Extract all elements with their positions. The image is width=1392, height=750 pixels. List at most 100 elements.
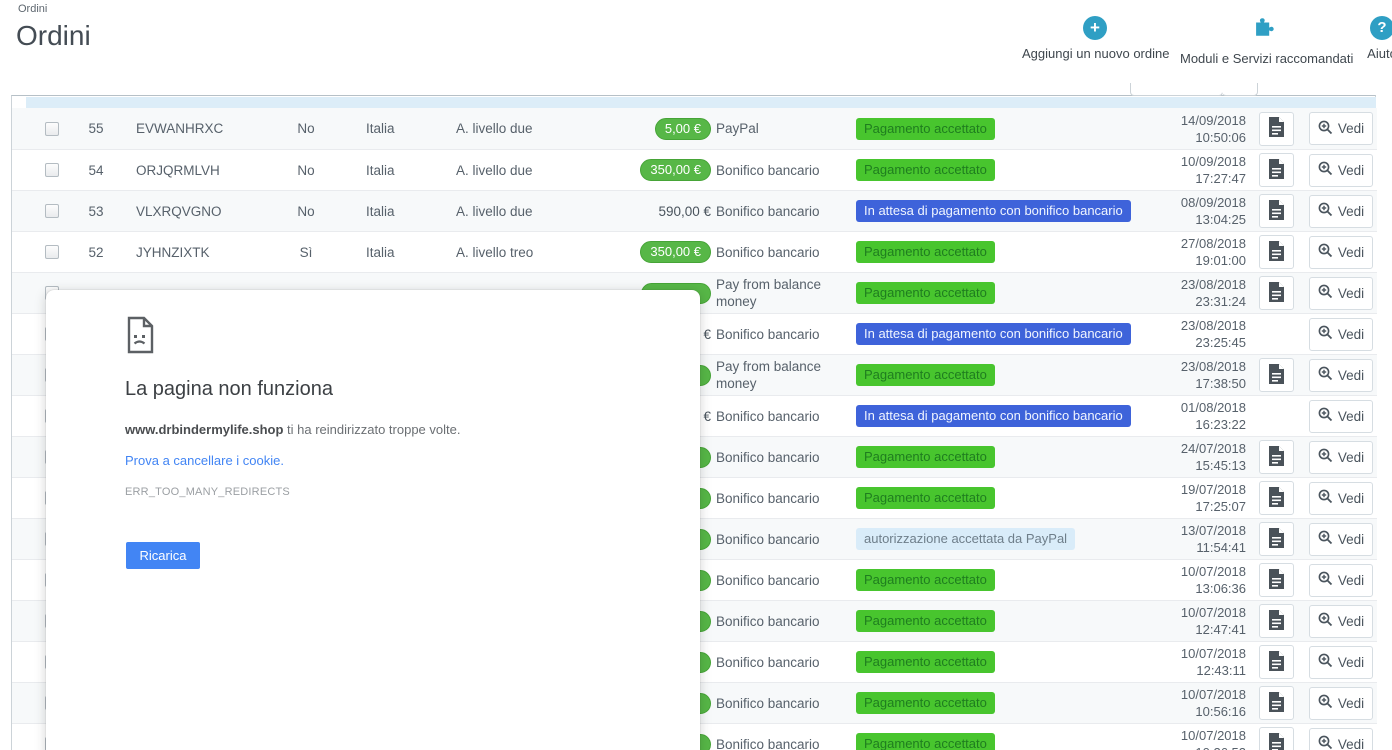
document-button[interactable] xyxy=(1259,522,1294,556)
row-checkbox[interactable] xyxy=(45,204,59,218)
order-datetime: 23/08/2018 17:38:50 xyxy=(1180,359,1246,391)
new-customer-cell: No xyxy=(297,162,315,178)
view-button-label: Vedi xyxy=(1337,736,1365,750)
reload-button[interactable]: Ricarica xyxy=(126,542,200,569)
document-button[interactable] xyxy=(1259,276,1294,310)
zoom-in-icon xyxy=(1318,161,1333,179)
status-badge: Pagamento accettato xyxy=(856,692,995,714)
payment-cell: Bonifico bancario xyxy=(716,531,820,547)
view-button[interactable]: Vedi xyxy=(1309,481,1373,515)
view-button[interactable]: Vedi xyxy=(1309,645,1373,679)
country-cell: Italia xyxy=(366,244,395,260)
country-cell: Italia xyxy=(366,162,395,178)
payment-cell: Bonifico bancario xyxy=(716,613,820,629)
recommended-modules-button[interactable]: Moduli e Servizi raccomandati xyxy=(1180,16,1354,66)
zoom-in-icon xyxy=(1318,202,1333,220)
status-badge: Pagamento accettato xyxy=(856,569,995,591)
order-datetime: 10/07/201810:26:52 xyxy=(1180,728,1246,750)
row-checkbox[interactable] xyxy=(45,121,59,136)
document-cell xyxy=(1259,642,1295,682)
order-datetime: 23/08/2018 23:31:24 xyxy=(1180,277,1246,309)
date-cell: 01/08/2018 16:23:22 xyxy=(1101,396,1246,436)
puzzle-icon xyxy=(1252,16,1278,40)
total-text: € xyxy=(703,408,711,424)
document-button[interactable] xyxy=(1259,686,1294,720)
view-cell: Vedi xyxy=(1309,150,1375,190)
order-id-cell: 55 xyxy=(88,121,104,136)
view-cell: Vedi xyxy=(1309,108,1375,149)
view-button[interactable]: Vedi xyxy=(1309,235,1373,269)
view-button[interactable]: Vedi xyxy=(1309,153,1373,187)
view-button-label: Vedi xyxy=(1337,244,1365,260)
document-button[interactable] xyxy=(1259,563,1294,597)
error-domain: www.drbindermylife.shop xyxy=(125,422,284,437)
document-icon xyxy=(1268,691,1285,715)
view-button-label: Vedi xyxy=(1337,531,1365,547)
view-button[interactable]: Vedi xyxy=(1309,563,1373,597)
payment-cell: Bonifico bancario xyxy=(716,654,820,670)
view-button[interactable]: Vedi xyxy=(1309,358,1373,392)
view-button[interactable]: Vedi xyxy=(1309,399,1373,433)
row-checkbox[interactable] xyxy=(45,163,59,177)
view-button[interactable]: Vedi xyxy=(1309,112,1373,145)
new-customer-cell: No xyxy=(297,121,315,136)
filter-clear-button-fragment[interactable] xyxy=(1222,83,1258,96)
view-button[interactable]: Vedi xyxy=(1309,522,1373,556)
date-cell: 10/07/2018 10:56:16 xyxy=(1101,683,1246,723)
view-cell: Vedi xyxy=(1309,601,1375,641)
document-button[interactable] xyxy=(1259,235,1294,269)
view-button[interactable]: Vedi xyxy=(1309,686,1373,720)
document-button[interactable] xyxy=(1259,153,1294,187)
document-cell xyxy=(1259,191,1295,231)
order-datetime: 10/09/2018 17:27:47 xyxy=(1180,154,1246,186)
page-header: Ordini Ordini + Aggiungi un nuovo ordine… xyxy=(0,0,1392,95)
order-id-cell: 54 xyxy=(88,162,104,178)
view-button[interactable]: Vedi xyxy=(1309,604,1373,638)
payment-cell: Pay from balance money xyxy=(716,277,822,309)
document-cell xyxy=(1259,396,1295,436)
document-button[interactable] xyxy=(1259,604,1294,638)
filter-row-strip xyxy=(26,97,1376,108)
filter-search-button-fragment[interactable] xyxy=(1130,83,1223,96)
document-cell xyxy=(1259,150,1295,190)
document-icon xyxy=(1268,158,1285,182)
zoom-in-icon xyxy=(1318,653,1333,671)
document-cell xyxy=(1259,232,1295,272)
date-cell: 19/07/2018 17:25:07 xyxy=(1101,478,1246,518)
view-cell: Vedi xyxy=(1309,642,1375,682)
view-button[interactable]: Vedi xyxy=(1309,440,1373,474)
recommended-modules-label: Moduli e Servizi raccomandati xyxy=(1180,51,1354,66)
payment-cell: Bonifico bancario xyxy=(716,695,820,711)
zoom-in-icon xyxy=(1318,243,1333,261)
order-datetime: 23/08/2018 23:25:45 xyxy=(1180,318,1246,350)
document-button[interactable] xyxy=(1259,111,1294,146)
view-button[interactable]: Vedi xyxy=(1309,317,1373,351)
document-button[interactable] xyxy=(1259,645,1294,679)
view-button[interactable]: Vedi xyxy=(1309,727,1373,750)
document-button[interactable] xyxy=(1259,358,1294,392)
view-button-label: Vedi xyxy=(1337,490,1365,506)
document-cell xyxy=(1259,683,1295,723)
document-icon xyxy=(1268,240,1285,264)
document-button[interactable] xyxy=(1259,194,1294,228)
document-button[interactable] xyxy=(1259,440,1294,474)
document-button[interactable] xyxy=(1259,727,1294,750)
view-button[interactable]: Vedi xyxy=(1309,194,1373,228)
add-new-order-button[interactable]: + Aggiungi un nuovo ordine xyxy=(1022,16,1169,61)
order-datetime: 10/07/2018 12:43:11 xyxy=(1180,646,1246,678)
clear-cookies-link[interactable]: Prova a cancellare i cookie. xyxy=(125,453,284,468)
document-button[interactable] xyxy=(1259,481,1294,515)
zoom-in-icon xyxy=(1318,735,1333,750)
help-button[interactable]: ? Aiuto xyxy=(1352,16,1392,61)
payment-cell: Bonifico bancario xyxy=(716,572,820,588)
status-badge: Pagamento accettato xyxy=(856,159,995,181)
row-checkbox[interactable] xyxy=(45,245,59,259)
page-title: Ordini xyxy=(16,20,91,51)
zoom-in-icon xyxy=(1318,571,1333,589)
view-button[interactable]: Vedi xyxy=(1309,276,1373,310)
broken-page-icon xyxy=(125,316,155,359)
zoom-in-icon xyxy=(1318,325,1333,343)
document-icon xyxy=(1268,609,1285,633)
document-cell xyxy=(1259,724,1295,750)
view-cell: Vedi xyxy=(1309,273,1375,313)
